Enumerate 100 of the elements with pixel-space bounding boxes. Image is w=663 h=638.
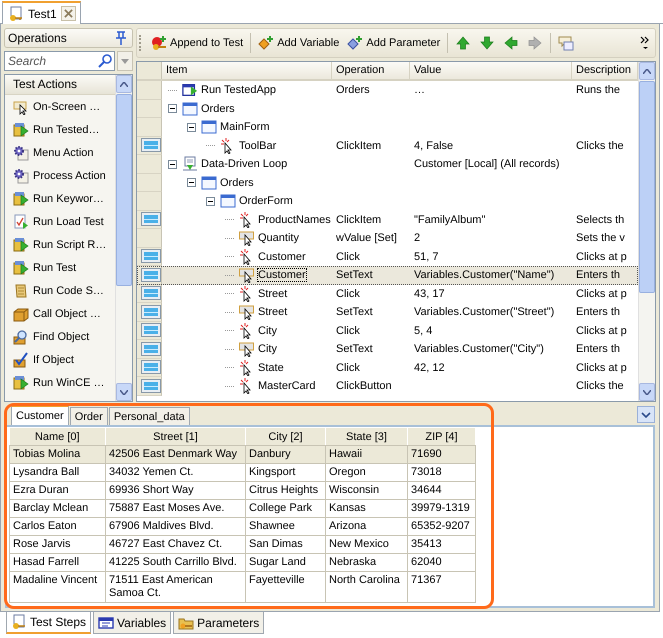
caret-down-icon — [641, 412, 651, 418]
item-cell: MainForm — [220, 121, 270, 134]
item-cell: ToolBar — [239, 140, 276, 152]
table-cell: Ezra Duran — [10, 482, 106, 500]
scroll-up-button[interactable] — [116, 75, 132, 93]
operation-cell: SetText — [336, 269, 373, 282]
item-cell: State — [258, 362, 284, 374]
column-header[interactable]: Item — [162, 62, 332, 79]
description-cell: Clicks at p — [576, 362, 627, 374]
table-cell: Wisconsin — [326, 482, 408, 500]
operation-item[interactable]: Find Object — [5, 325, 115, 348]
scroll-up-button[interactable] — [639, 62, 655, 80]
table-cell: Hawaii — [326, 446, 408, 464]
operation-label: Run Test — [33, 262, 76, 274]
column-header[interactable]: Name [0] — [10, 428, 106, 446]
operation-item[interactable]: Run Tested… — [5, 118, 115, 141]
item-cell: Customer — [258, 250, 306, 263]
collapse-toggle[interactable] — [187, 178, 196, 188]
search-field[interactable]: Search — [4, 51, 115, 71]
comment-icon — [558, 35, 574, 51]
scrollbar[interactable] — [638, 62, 655, 401]
operation-item[interactable]: Run Keywor… — [5, 187, 115, 210]
dropdown-button[interactable] — [637, 406, 655, 423]
box-icon — [13, 306, 29, 322]
panel-title: Operations — [8, 31, 67, 45]
pin-icon[interactable] — [113, 30, 129, 46]
tab[interactable]: Variables — [93, 612, 172, 634]
collapse-toggle[interactable] — [168, 160, 177, 169]
table-cell: Lysandra Ball — [10, 464, 106, 482]
operation-item[interactable]: Run Test — [5, 256, 115, 279]
operation-item[interactable]: Call Object … — [5, 302, 115, 325]
toolbar-button[interactable]: Append to Test — [148, 33, 246, 53]
row-marker-icon — [141, 304, 161, 319]
operation-cell: wValue [Set] — [336, 232, 397, 244]
scroll-down-button[interactable] — [639, 383, 655, 401]
search-icon[interactable] — [97, 53, 113, 69]
toolbar-button[interactable]: Add Parameter — [344, 33, 444, 53]
column-header[interactable]: ZIP [4] — [408, 428, 476, 446]
row-marker-icon — [141, 138, 161, 152]
table-cell: San Dimas — [246, 536, 326, 554]
value-cell: 4, False — [414, 140, 454, 152]
tab[interactable]: Customer — [11, 405, 69, 425]
window-icon — [201, 174, 217, 191]
operation-label: If Object — [33, 354, 74, 366]
operation-item[interactable]: Menu Action — [5, 141, 115, 164]
checkmark-icon — [13, 352, 29, 368]
scroll-thumb[interactable] — [639, 81, 655, 293]
scrollbar[interactable] — [115, 75, 132, 401]
description-cell: Enters th — [576, 343, 620, 356]
row-header[interactable] — [137, 266, 162, 284]
value-cell: 42, 12 — [414, 362, 445, 374]
table-cell: 75887 East Moses Ave. — [106, 500, 246, 518]
tab[interactable]: Order — [70, 407, 108, 425]
operation-item[interactable]: Process Action — [5, 164, 115, 187]
chevron-icon — [640, 36, 650, 50]
collapse-toggle[interactable] — [206, 196, 215, 206]
operation-item[interactable]: If Object — [5, 348, 115, 371]
document-tab[interactable]: Test1 — [2, 1, 81, 24]
play-icon — [13, 374, 29, 390]
play-icon — [13, 260, 29, 276]
operation-cell: Click — [336, 250, 360, 263]
operation-cell: Orders — [336, 84, 370, 96]
gear-icon — [13, 144, 29, 160]
value-cell: 2 — [414, 232, 420, 244]
key-plus-icon — [151, 35, 167, 51]
operation-item[interactable]: Run WinCE … — [5, 371, 115, 394]
tab[interactable]: Test Steps — [6, 612, 92, 634]
item-cell: Street — [258, 288, 288, 300]
header-corner — [137, 62, 162, 79]
toolbar-button[interactable]: Add Variable — [255, 33, 342, 53]
table-cell: 71367 — [408, 572, 476, 602]
value-cell: 5, 4 — [414, 324, 432, 337]
table-cell: Shawnee — [246, 518, 326, 536]
operation-item[interactable]: Run Script R… — [5, 233, 115, 256]
row-marker-icon — [141, 378, 161, 393]
collapse-toggle[interactable] — [187, 122, 196, 132]
close-button[interactable] — [60, 6, 76, 21]
operation-item[interactable]: On-Screen … — [5, 95, 115, 118]
operation-label: Find Object — [33, 330, 90, 342]
column-header[interactable]: Value — [410, 62, 572, 79]
minus-icon — [187, 178, 196, 188]
collapse-toggle[interactable] — [168, 104, 177, 114]
operation-label: Run Script R… — [33, 238, 106, 250]
column-header[interactable]: Street [1] — [106, 428, 246, 446]
operation-cell: Click — [336, 324, 360, 337]
column-header[interactable]: City [2] — [246, 428, 326, 446]
tab[interactable]: Parameters — [173, 612, 264, 634]
right-arrow-icon — [527, 35, 544, 51]
scroll-thumb[interactable] — [116, 94, 132, 286]
window-icon — [182, 100, 198, 117]
text-field-cursor-icon — [239, 304, 255, 320]
item-cell: Customer — [258, 269, 306, 282]
description-cell: Clicks at p — [576, 288, 627, 300]
column-header[interactable]: State [3] — [326, 428, 408, 446]
column-header[interactable]: Operation — [332, 62, 410, 79]
tab[interactable]: Personal_data — [108, 407, 190, 425]
operation-item[interactable]: Run Code S… — [5, 279, 115, 302]
operation-item[interactable]: Run Load Test — [5, 210, 115, 233]
scroll-down-button[interactable] — [116, 383, 132, 401]
operation-label: Run Load Test — [33, 216, 104, 228]
